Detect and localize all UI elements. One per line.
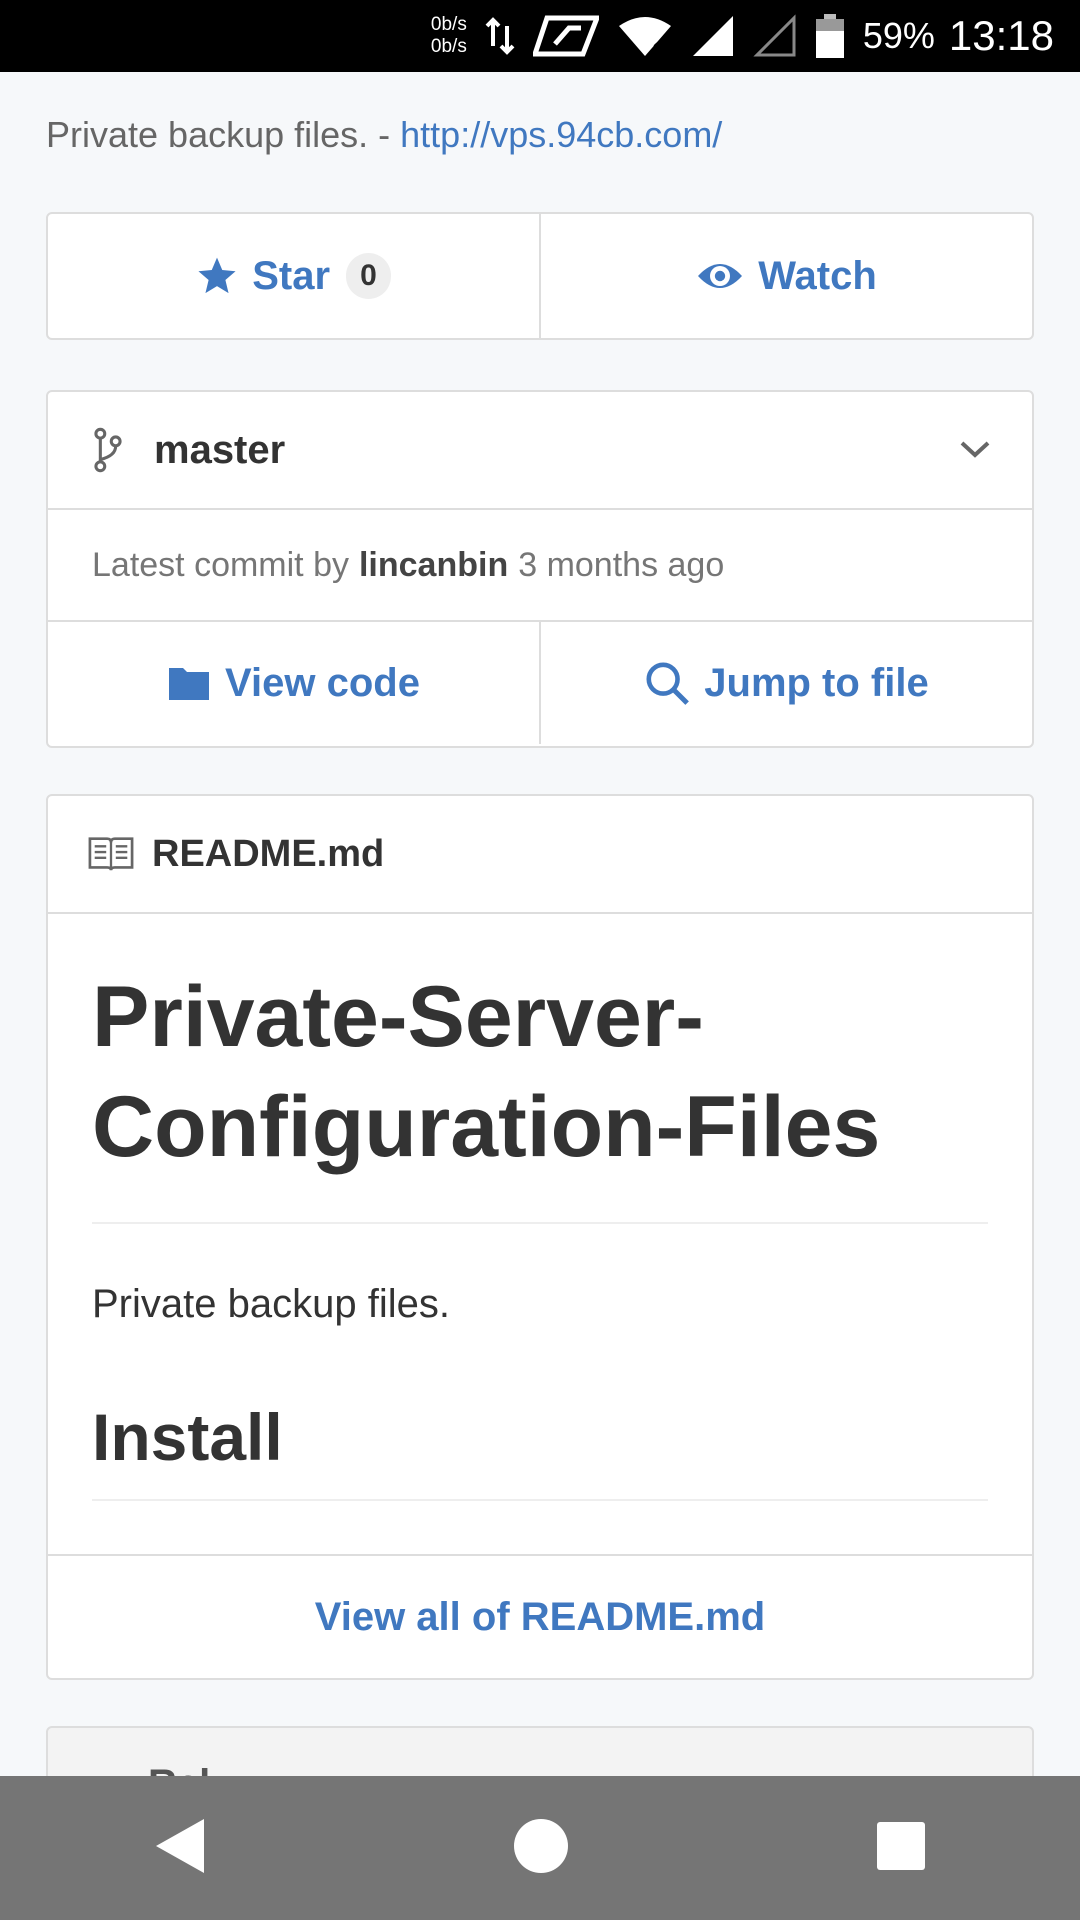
repo-homepage-link[interactable]: http://vps.94cb.com/ [400, 114, 722, 155]
clock: 13:18 [948, 12, 1054, 59]
network-speed: 0b/s 0b/s [431, 14, 467, 58]
view-code-label: View code [225, 660, 420, 705]
notification-icon [532, 14, 599, 58]
battery-icon [815, 13, 845, 59]
git-branch-icon [94, 427, 122, 473]
readme-paragraph: Private backup files. [92, 1282, 450, 1326]
star-watch-box: Star 0 Watch [46, 212, 1034, 340]
repo-description: Private backup files. - http://vps.94cb.… [46, 114, 722, 156]
readme-filename: README.md [152, 832, 385, 875]
readme-section-heading: Install [92, 1399, 988, 1501]
star-count: 0 [346, 253, 391, 299]
latest-commit: Latest commit by lincanbin 3 months ago [48, 510, 1032, 622]
wifi-icon [617, 14, 673, 58]
view-all-readme-link[interactable]: View all of README.md [48, 1554, 1032, 1678]
branch-selector[interactable]: master [48, 392, 1032, 510]
page-content: Private backup files. - http://vps.94cb.… [0, 72, 1080, 1776]
eye-icon [698, 264, 743, 288]
releases-heading-partial: Rel [148, 1762, 210, 1776]
battery-percentage: 59% [862, 15, 935, 56]
signal-icon [691, 14, 735, 58]
commit-time: 3 months ago [518, 545, 725, 584]
android-nav-bar [0, 1776, 1080, 1920]
branch-box: master Latest commit by lincanbin 3 mont… [46, 390, 1034, 748]
back-icon [155, 1818, 204, 1873]
search-icon [646, 662, 690, 705]
commit-author[interactable]: lincanbin [359, 546, 508, 585]
jump-to-file-button[interactable]: Jump to file [539, 622, 1032, 744]
back-button[interactable] [154, 1817, 206, 1880]
home-button[interactable] [513, 1818, 569, 1879]
readme-content: Private-Server-Configuration-Files Priva… [48, 914, 1032, 1501]
watch-button[interactable]: Watch [539, 214, 1032, 338]
description-text: Private backup files. - [46, 114, 401, 155]
chevron-down-icon [960, 441, 990, 458]
status-bar: 0b/s 0b/s 59% 13:18 [0, 0, 1080, 72]
branch-name: master [154, 427, 286, 472]
home-icon [513, 1818, 568, 1873]
readme-box: README.md Private-Server-Configuration-F… [46, 794, 1034, 1680]
code-actions: View code Jump to file [48, 622, 1032, 744]
book-icon [88, 837, 134, 871]
star-label: Star [252, 253, 331, 298]
data-arrows-icon [485, 16, 515, 56]
watch-label: Watch [758, 253, 877, 298]
star-button[interactable]: Star 0 [48, 214, 539, 338]
net-down-speed: 0b/s [430, 36, 467, 57]
readme-header: README.md [48, 796, 1032, 914]
folder-icon [169, 668, 210, 700]
view-code-button[interactable]: View code [48, 622, 539, 744]
releases-box: Rel [46, 1726, 1034, 1776]
recents-button[interactable] [876, 1821, 926, 1876]
readme-title: Private-Server-Configuration-Files [92, 962, 988, 1224]
star-icon [198, 257, 236, 294]
net-up-speed: 0b/s [430, 14, 467, 35]
jump-to-file-label: Jump to file [704, 660, 929, 705]
recents-icon [877, 1821, 926, 1870]
signal-empty-icon [753, 14, 797, 58]
commit-prefix: Latest commit by [92, 545, 349, 584]
